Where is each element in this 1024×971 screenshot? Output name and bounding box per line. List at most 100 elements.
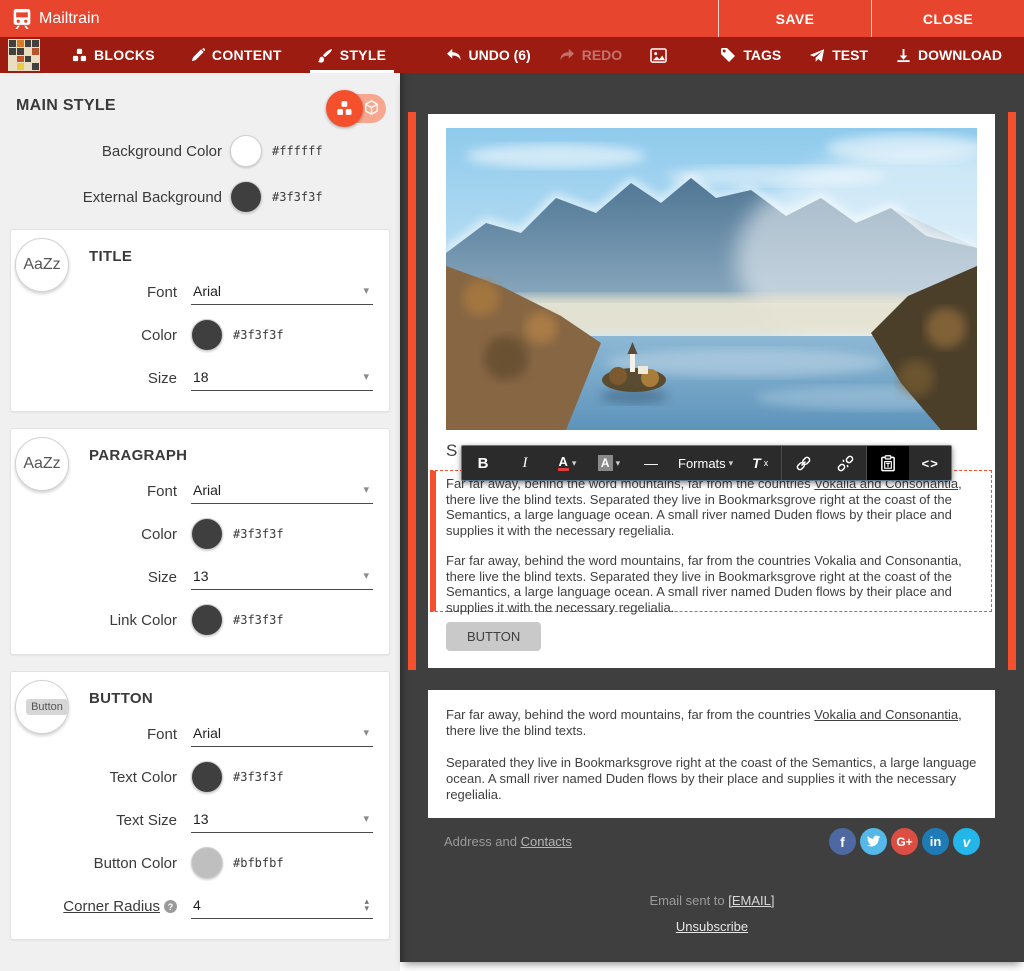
chevron-down-icon: ▾ [363,812,369,825]
paragraph-color-label: Color [27,526,191,543]
email-button[interactable]: BUTTON [446,622,541,651]
external-background-hex[interactable]: #3f3f3f [270,188,325,208]
undo-button[interactable]: UNDO (6) [434,37,543,73]
paragraph-color-row: Color #3f3f3f [27,518,373,550]
paragraph-preview-badge: AaZz [15,437,69,491]
save-button[interactable]: SAVE [718,0,871,37]
paragraph-color-swatch[interactable] [191,518,223,550]
button-textcolor-swatch[interactable] [191,761,223,793]
formats-dropdown[interactable]: Formats▾ [672,446,739,480]
paragraph-size-select[interactable]: 13▾ [191,565,373,590]
button-textcolor-label: Text Color [27,769,191,786]
title-size-select[interactable]: 18▾ [191,366,373,391]
contacts-link[interactable]: Contacts [521,834,572,849]
chevron-down-icon: ▾ [363,370,369,383]
email-block-hero[interactable]: S Far far away, behind the word mountain… [428,114,995,668]
paragraph-color-hex[interactable]: #3f3f3f [231,525,286,545]
vokalia-link[interactable]: Vokalia and Consonantia [814,707,958,722]
clear-formatting-button[interactable]: Tx [739,446,781,480]
button-textsize-select[interactable]: 13▾ [191,808,373,833]
email-footer: Address and Contacts f G+ in v [444,828,980,855]
vimeo-icon[interactable]: v [953,828,980,855]
test-button[interactable]: TEST [797,37,880,73]
block2-paragraph-2[interactable]: Separated they live in Bookmarksgrove ri… [446,755,977,803]
tag-icon [720,47,736,63]
tags-button[interactable]: TAGS [708,37,793,73]
paragraph-size-label: Size [27,569,191,586]
facebook-icon[interactable]: f [829,828,856,855]
background-color-swatch[interactable] [230,135,262,167]
gallery-button[interactable] [638,37,679,73]
tab-blocks[interactable]: BLOCKS [54,37,173,73]
help-icon[interactable]: ? [164,900,177,913]
email-block-text[interactable]: Far far away, behind the word mountains,… [428,690,995,818]
title-style-card: AaZz TITLE Font Arial▾ Color #3f3f3f Siz… [10,229,390,412]
selection-bar-right [1008,112,1016,670]
button-color-hex[interactable]: #bfbfbf [231,854,286,874]
social-icons: f G+ in v [829,828,980,855]
image-icon [650,48,667,63]
editable-text-block[interactable]: Far far away, behind the word mountains,… [430,470,992,612]
title-font-select[interactable]: Arial▾ [191,280,373,305]
blocks-structure-toggle[interactable] [329,94,386,123]
paragraph-font-select[interactable]: Arial▾ [191,479,373,504]
background-color-hex[interactable]: #ffffff [270,142,325,162]
twitter-icon[interactable] [860,828,887,855]
hero-image[interactable] [446,128,977,430]
linkedin-icon[interactable]: in [922,828,949,855]
paste-as-text-button[interactable] [867,446,909,480]
chevron-down-icon: ▾ [363,483,369,496]
redo-button[interactable]: REDO [547,37,634,73]
spinner-down-icon[interactable]: ▾ [364,905,369,912]
address-text: Address and Contacts [444,834,572,849]
background-color-row: Background Color #ffffff [0,135,400,167]
external-background-swatch[interactable] [230,181,262,213]
button-color-label: Button Color [27,855,191,872]
paragraph-card-heading: PARAGRAPH [89,441,373,464]
title-color-hex[interactable]: #3f3f3f [231,326,286,346]
paragraph-1[interactable]: Far far away, behind the word mountains,… [446,476,981,538]
blocks-icon [72,48,87,63]
unlink-button[interactable] [824,446,866,480]
section-heading-fragment[interactable]: S [446,441,457,461]
brush-icon [318,48,333,63]
corner-radius-label[interactable]: Corner Radius [63,898,160,915]
title-font-row: Font Arial▾ [27,277,373,307]
link-button[interactable] [782,446,824,480]
corner-radius-input[interactable]: 4▴▾ [191,894,373,919]
chevron-down-icon[interactable]: ▾ [572,458,577,469]
highlight-color-button[interactable]: A▾ [588,446,630,480]
app-brand: Mailtrain [0,0,99,37]
blocks-toggle-active[interactable] [326,90,363,127]
button-font-select[interactable]: Arial▾ [191,722,373,747]
external-background-label: External Background [0,189,230,206]
button-textcolor-hex[interactable]: #3f3f3f [231,768,286,788]
close-button[interactable]: CLOSE [871,0,1024,37]
title-size-label: Size [27,370,191,387]
tab-content[interactable]: CONTENT [173,37,300,73]
email-link[interactable]: [EMAIL] [728,893,774,908]
template-thumbnail[interactable] [8,39,40,71]
horizontal-rule-button[interactable]: — [630,446,672,480]
chevron-down-icon[interactable]: ▾ [616,458,621,469]
bold-button[interactable]: B [462,446,504,480]
text-color-button[interactable]: A▾ [546,446,588,480]
redo-label: REDO [582,47,622,63]
unsubscribe-link[interactable]: Unsubscribe [676,919,748,934]
tab-style[interactable]: STYLE [300,37,405,73]
italic-button[interactable]: I [504,446,546,480]
email-preview: S Far far away, behind the word mountain… [400,73,1024,962]
button-color-swatch[interactable] [191,847,223,879]
history-group: UNDO (6) REDO [434,37,680,73]
source-code-button[interactable]: <> [909,446,951,480]
block2-paragraph-1[interactable]: Far far away, behind the word mountains,… [446,707,977,739]
chevron-down-icon: ▾ [363,569,369,582]
paper-plane-icon [809,48,825,63]
title-color-swatch[interactable] [191,319,223,351]
paragraph-linkcolor-hex[interactable]: #3f3f3f [231,611,286,631]
paragraph-2[interactable]: Far far away, behind the word mountains,… [446,553,981,615]
googleplus-icon[interactable]: G+ [891,828,918,855]
download-button[interactable]: DOWNLOAD [884,37,1014,73]
chevron-down-icon[interactable]: ▾ [729,458,734,469]
paragraph-linkcolor-swatch[interactable] [191,604,223,636]
